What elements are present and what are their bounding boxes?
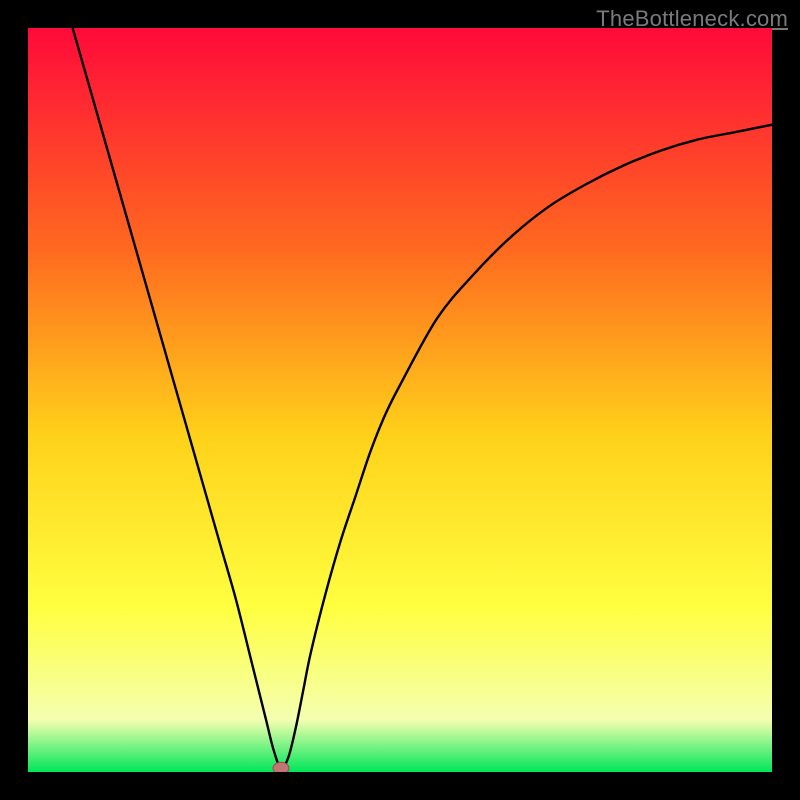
gradient-background [28,28,772,772]
plot-area [28,28,772,772]
minimum-marker [273,762,289,772]
plot-svg [28,28,772,772]
chart-frame: TheBottleneck.com [0,0,800,800]
